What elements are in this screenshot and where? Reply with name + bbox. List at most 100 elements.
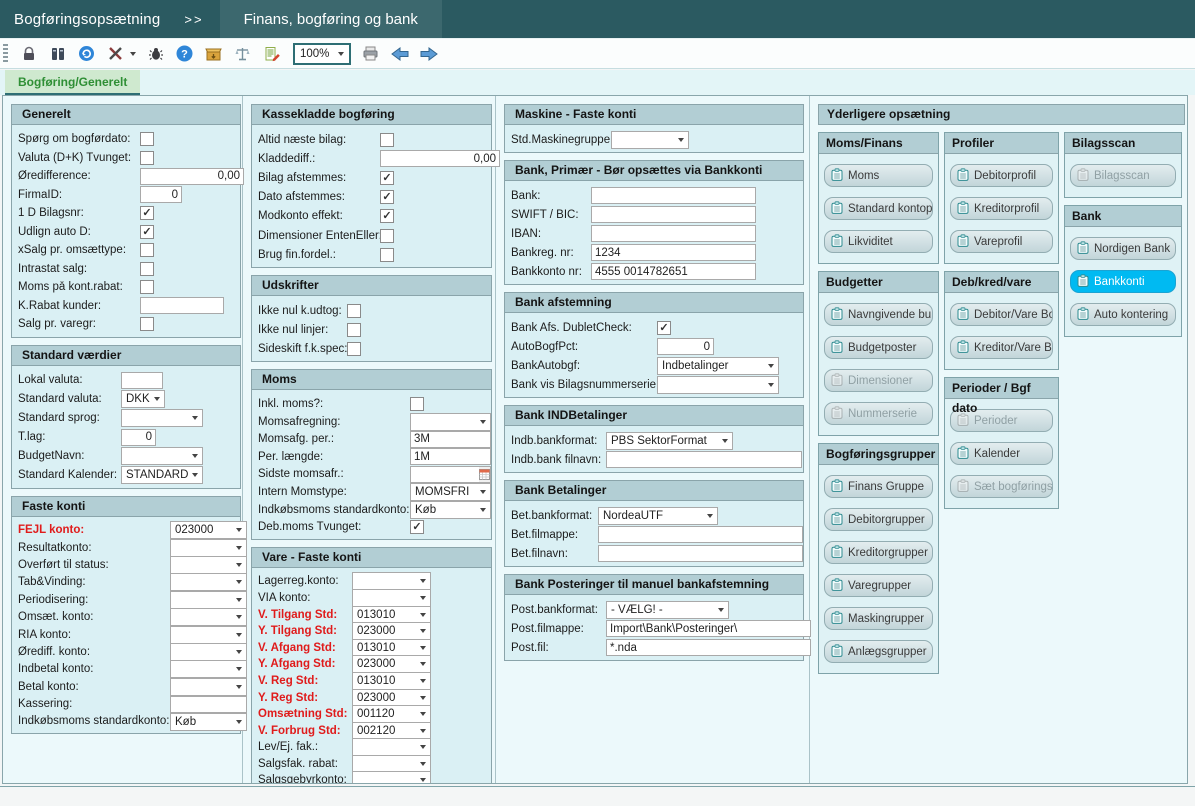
altid-naeste-bilag-checkbox[interactable] bbox=[380, 133, 394, 147]
v-reg-std-select[interactable]: 013010 bbox=[352, 672, 431, 690]
resultatkonto-select[interactable] bbox=[170, 539, 247, 557]
post-filmappe-input[interactable] bbox=[606, 620, 811, 637]
budgetnavn-select[interactable] bbox=[121, 447, 203, 465]
nordigen-bank-button[interactable]: Nordigen Bank bbox=[1070, 237, 1176, 260]
bankreg-nr-input[interactable] bbox=[591, 244, 756, 261]
toolbar-grip-handle[interactable] bbox=[3, 44, 8, 64]
debitorprofil-button[interactable]: Debitorprofil bbox=[950, 164, 1053, 187]
via-konto-select[interactable] bbox=[352, 589, 431, 607]
anlaegsgrupper-button[interactable]: Anlægsgrupper bbox=[824, 640, 933, 663]
post-bankformat-select[interactable]: - VÆLG! - bbox=[606, 601, 729, 619]
moms-paa-kont-rabat-checkbox[interactable] bbox=[140, 280, 154, 294]
tab-vinding-select[interactable] bbox=[170, 573, 247, 591]
help-icon[interactable]: ? bbox=[175, 44, 194, 63]
lock-icon[interactable] bbox=[19, 44, 38, 63]
salgsgebyrkonto-select[interactable] bbox=[352, 771, 431, 784]
indb-bankformat-select[interactable]: PBS SektorFormat bbox=[606, 432, 733, 450]
document-edit-icon[interactable] bbox=[262, 44, 281, 63]
overfort-til-status-select[interactable] bbox=[170, 556, 247, 574]
betal-konto-select[interactable] bbox=[170, 678, 247, 696]
salgsfak-rabat-select[interactable] bbox=[352, 755, 431, 773]
vareprofil-button[interactable]: Vareprofil bbox=[950, 230, 1053, 253]
likviditet-button[interactable]: Likviditet bbox=[824, 230, 933, 253]
window-tab-finans[interactable]: Finans, bogføring og bank bbox=[220, 0, 442, 38]
perioder-button[interactable]: Perioder bbox=[950, 409, 1053, 432]
indkobsmoms-standardkonto-select[interactable]: Køb bbox=[410, 501, 491, 519]
orediff-konto-select[interactable] bbox=[170, 643, 247, 661]
v-tilgang-std-select[interactable]: 013010 bbox=[352, 606, 431, 624]
standard-valuta-select[interactable]: DKK bbox=[121, 390, 165, 408]
scale-icon[interactable] bbox=[233, 44, 252, 63]
sidste-momsafr-date-input[interactable] bbox=[411, 467, 479, 482]
archive-box-icon[interactable] bbox=[204, 44, 223, 63]
post-fil-input[interactable] bbox=[606, 639, 811, 656]
finans-gruppe-button[interactable]: Finans Gruppe bbox=[824, 475, 933, 498]
intern-momstype-select[interactable]: MOMSFRI bbox=[410, 483, 491, 501]
modkonto-effekt-checkbox[interactable]: ✓ bbox=[380, 209, 394, 223]
standard-kalender-select[interactable]: STANDARD bbox=[121, 466, 203, 484]
oredifference-input[interactable] bbox=[140, 168, 244, 185]
lokal-valuta-input[interactable] bbox=[121, 372, 163, 389]
navngivende-bu-button[interactable]: Navngivende bu bbox=[824, 303, 933, 326]
bet-filnavn-input[interactable] bbox=[598, 545, 803, 562]
kreditor-vare-bo-button[interactable]: Kreditor/Vare Bo bbox=[950, 336, 1053, 359]
saet-bogforingsd-button[interactable]: Sæt bogføringsd bbox=[950, 475, 1053, 498]
debitor-vare-bog-button[interactable]: Debitor/Vare Bog bbox=[950, 303, 1053, 326]
t-lag-input[interactable] bbox=[121, 429, 156, 446]
kreditorprofil-button[interactable]: Kreditorprofil bbox=[950, 197, 1053, 220]
dimensioner-button[interactable]: Dimensioner bbox=[824, 369, 933, 392]
per-laengde-input[interactable] bbox=[410, 448, 491, 465]
swift-bic-input[interactable] bbox=[591, 206, 756, 223]
y-reg-std-select[interactable]: 023000 bbox=[352, 689, 431, 707]
print-icon[interactable] bbox=[361, 44, 380, 63]
forward-arrow-icon[interactable] bbox=[419, 44, 438, 63]
v-afgang-std-select[interactable]: 013010 bbox=[352, 639, 431, 657]
omsaetning-std-select[interactable]: 001120 bbox=[352, 705, 431, 723]
indkobsmoms-standardkonto-select[interactable]: Køb bbox=[170, 713, 247, 731]
y-afgang-std-select[interactable]: 023000 bbox=[352, 655, 431, 673]
calendar-icon[interactable] bbox=[479, 467, 490, 482]
indbetal-konto-select[interactable] bbox=[170, 660, 247, 678]
bankautobgf-select[interactable]: Indbetalinger bbox=[657, 357, 779, 375]
k-rabat-kunder-input[interactable] bbox=[140, 297, 224, 314]
fejl-konto-select[interactable]: 023000 bbox=[170, 521, 247, 539]
nummerserie-button[interactable]: Nummerserie bbox=[824, 402, 933, 425]
ria-konto-select[interactable] bbox=[170, 626, 247, 644]
zoom-select[interactable]: 100% bbox=[293, 43, 351, 65]
bank-vis-bilagsnummerserie-select[interactable] bbox=[657, 376, 779, 394]
kladdediff-input[interactable] bbox=[380, 150, 500, 167]
moms-button[interactable]: Moms bbox=[824, 164, 933, 187]
back-arrow-icon[interactable] bbox=[390, 44, 409, 63]
omsaet-konto-select[interactable] bbox=[170, 608, 247, 626]
deb-moms-tvunget-checkbox[interactable]: ✓ bbox=[410, 520, 424, 534]
standard-kontop-button[interactable]: Standard kontop bbox=[824, 197, 933, 220]
kalender-button[interactable]: Kalender bbox=[950, 442, 1053, 465]
momsafregning-select[interactable] bbox=[410, 413, 491, 431]
bank-input[interactable] bbox=[591, 187, 756, 204]
tab-bogforing-generelt[interactable]: Bogføring/Generelt bbox=[5, 70, 140, 95]
1-d-bilagsnr-checkbox[interactable]: ✓ bbox=[140, 206, 154, 220]
indb-bank-filnavn-input[interactable] bbox=[606, 451, 802, 468]
kreditorgrupper-button[interactable]: Kreditorgrupper bbox=[824, 541, 933, 564]
cut-dropdown-icon[interactable] bbox=[130, 52, 136, 56]
maskingrupper-button[interactable]: Maskingrupper bbox=[824, 607, 933, 630]
ikke-nul-linjer-checkbox[interactable] bbox=[347, 323, 361, 337]
budgetposter-button[interactable]: Budgetposter bbox=[824, 336, 933, 359]
lev-ej-fak-select[interactable] bbox=[352, 738, 431, 756]
kassering-input[interactable] bbox=[170, 696, 247, 713]
varegrupper-button[interactable]: Varegrupper bbox=[824, 574, 933, 597]
dato-afstemmes-checkbox[interactable]: ✓ bbox=[380, 190, 394, 204]
autobogfpct-input[interactable] bbox=[657, 338, 714, 355]
bankkonto-nr-input[interactable] bbox=[591, 263, 756, 280]
valuta-d-k-tvunget-checkbox[interactable] bbox=[140, 151, 154, 165]
v-forbrug-std-select[interactable]: 002120 bbox=[352, 722, 431, 740]
xsalg-pr-omsaettype-checkbox[interactable] bbox=[140, 243, 154, 257]
bankkonti-button[interactable]: Bankkonti bbox=[1070, 270, 1176, 293]
standard-sprog-select[interactable] bbox=[121, 409, 203, 427]
periodisering-select[interactable] bbox=[170, 591, 247, 609]
auto-kontering-button[interactable]: Auto kontering bbox=[1070, 303, 1176, 326]
std-maskinegruppe-select[interactable] bbox=[611, 131, 689, 149]
cut-icon[interactable] bbox=[106, 44, 125, 63]
salg-pr-varegr-checkbox[interactable] bbox=[140, 317, 154, 331]
bilag-afstemmes-checkbox[interactable]: ✓ bbox=[380, 171, 394, 185]
